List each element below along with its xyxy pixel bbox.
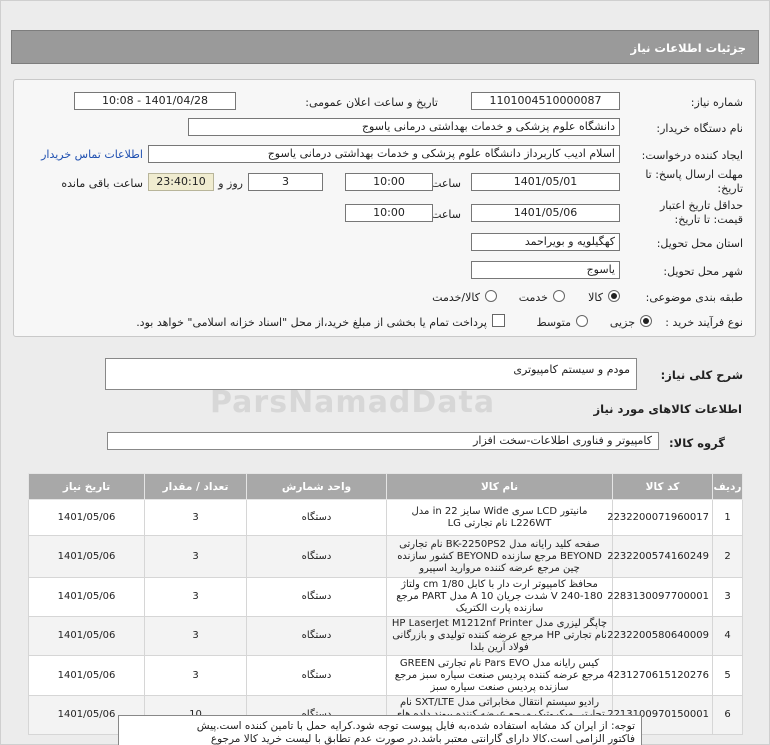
item-code: 2232200574160249 bbox=[607, 535, 713, 578]
treasury-payment-checkbox[interactable] bbox=[492, 314, 505, 327]
reply-date-field: 1401/05/01 bbox=[471, 173, 620, 191]
table-row: 5 4231270615120276 کیس رایانه مدل Pars E… bbox=[28, 655, 743, 696]
header-item-code: کد کالا bbox=[612, 473, 713, 500]
note-line-1: توجه: از ایران کد مشابه استفاده شده،به ف… bbox=[196, 720, 635, 732]
category-goods-label: کالا bbox=[588, 291, 603, 304]
item-need-date: 1401/05/06 bbox=[28, 577, 145, 617]
note-box: توجه: از ایران کد مشابه استفاده شده،به ف… bbox=[118, 715, 642, 745]
days-label: روز و bbox=[218, 177, 243, 190]
item-need-date: 1401/05/06 bbox=[28, 535, 145, 578]
buyer-label: نام دستگاه خریدار: bbox=[656, 122, 743, 135]
table-row: 2 2232200574160249 صفحه کلید رایانه مدل … bbox=[28, 535, 743, 578]
item-quantity: 3 bbox=[144, 577, 247, 617]
row-number: 6 bbox=[712, 695, 743, 735]
process-medium-radio[interactable] bbox=[576, 315, 588, 327]
validity-date-field: 1401/05/06 bbox=[471, 204, 620, 222]
need-number-label: شماره نیاز: bbox=[690, 96, 743, 109]
city-field: یاسوج bbox=[471, 261, 620, 279]
item-name: محافظ کامپیوتر ارت دار با کابل cm 1/80 و… bbox=[386, 577, 613, 617]
item-unit: دستگاه bbox=[246, 577, 387, 617]
category-label: طبقه بندی موضوعی: bbox=[645, 291, 743, 304]
treasury-payment-label: پرداخت تمام یا بخشی از مبلغ خرید،از محل … bbox=[136, 316, 487, 329]
remaining-label: ساعت باقی مانده bbox=[61, 177, 143, 190]
table-row: 1 2232200071960017 مانیتور LCD سری Wide … bbox=[28, 499, 743, 536]
group-field: کامپیوتر و فناوری اطلاعات-سخت افزار bbox=[107, 432, 659, 450]
item-quantity: 3 bbox=[144, 535, 247, 578]
watermark: ParsNamadData bbox=[210, 385, 496, 420]
page-header: جزئیات اطلاعات نیاز bbox=[11, 30, 759, 64]
item-unit: دستگاه bbox=[246, 499, 387, 536]
row-number: 5 bbox=[712, 655, 743, 696]
remaining-time-field: 23:40:10 bbox=[148, 173, 214, 191]
process-minor-radio[interactable] bbox=[640, 315, 652, 327]
city-label: شهر محل تحویل: bbox=[663, 265, 743, 278]
page-title: جزئیات اطلاعات نیاز bbox=[630, 41, 746, 55]
item-unit: دستگاه bbox=[246, 535, 387, 578]
item-quantity: 3 bbox=[144, 499, 247, 536]
item-quantity: 3 bbox=[144, 655, 247, 696]
item-code: 2283130097700001 bbox=[607, 577, 713, 617]
process-medium-label: متوسط bbox=[536, 316, 571, 329]
header-item-name: نام کالا bbox=[386, 473, 613, 500]
table-row: 4 2232200580640009 چاپگر لیزری مدل HP La… bbox=[28, 616, 743, 656]
category-goods-service-radio[interactable] bbox=[485, 290, 497, 302]
row-number: 3 bbox=[712, 577, 743, 617]
need-number-field: 1101004510000087 bbox=[471, 92, 620, 110]
item-need-date: 1401/05/06 bbox=[28, 655, 145, 696]
reply-time-field: 10:00 bbox=[345, 173, 433, 191]
process-label: نوع فرآیند خرید : bbox=[665, 316, 743, 329]
item-name: کیس رایانه مدل Pars EVO نام تجارتی GREEN… bbox=[386, 655, 613, 696]
row-number: 1 bbox=[712, 499, 743, 536]
validity-time-label: ساعت bbox=[431, 208, 461, 221]
item-quantity: 3 bbox=[144, 616, 247, 656]
creator-label: ایجاد کننده درخواست: bbox=[641, 149, 743, 162]
row-number: 2 bbox=[712, 535, 743, 578]
item-need-date: 1401/05/06 bbox=[28, 616, 145, 656]
item-code: 2232200071960017 bbox=[607, 499, 713, 536]
row-number: 4 bbox=[712, 616, 743, 656]
group-label: گروه کالا: bbox=[669, 436, 725, 450]
province-field: کهگیلویه و بویراحمد bbox=[471, 233, 620, 251]
need-details-panel: شماره نیاز: 1101004510000087 تاریخ و ساع… bbox=[13, 79, 756, 337]
items-table: ردیف کد کالا نام کالا واحد شمارش تعداد /… bbox=[28, 473, 743, 735]
category-service-label: خدمت bbox=[518, 291, 548, 304]
item-unit: دستگاه bbox=[246, 616, 387, 656]
header-row-number: ردیف bbox=[712, 473, 743, 500]
item-need-date: 1401/05/06 bbox=[28, 499, 145, 536]
item-unit: دستگاه bbox=[246, 655, 387, 696]
announce-field: 1401/04/28 - 10:08 bbox=[74, 92, 236, 110]
table-header-row: ردیف کد کالا نام کالا واحد شمارش تعداد /… bbox=[28, 473, 743, 500]
process-minor-label: جزیی bbox=[609, 316, 635, 329]
item-name: صفحه کلید رایانه مدل BK-2250PS2 نام تجار… bbox=[386, 535, 613, 578]
validity-label-2: قیمت: تا تاریخ: bbox=[674, 213, 743, 226]
reply-time-label: ساعت bbox=[431, 177, 461, 190]
buyer-contact-link[interactable]: اطلاعات تماس خریدار bbox=[41, 148, 143, 161]
item-name: مانیتور LCD سری Wide سایز 22 in مدل L226… bbox=[386, 499, 613, 536]
validity-label: حداقل تاریخ اعتبار bbox=[659, 199, 743, 212]
header-quantity: تعداد / مقدار bbox=[144, 473, 247, 500]
item-code: 2232200580640009 bbox=[607, 616, 713, 656]
header-unit: واحد شمارش bbox=[246, 473, 387, 500]
category-service-radio[interactable] bbox=[553, 290, 565, 302]
reply-deadline-label-2: تاریخ: bbox=[717, 182, 743, 195]
item-name: چاپگر لیزری مدل HP LaserJet M1212nf Prin… bbox=[386, 616, 613, 656]
item-code: 4231270615120276 bbox=[607, 655, 713, 696]
goods-section-title: اطلاعات کالاهای مورد نیاز bbox=[593, 402, 742, 416]
province-label: استان محل تحویل: bbox=[656, 237, 743, 250]
table-row: 3 2283130097700001 محافظ کامپیوتر ارت دا… bbox=[28, 577, 743, 617]
validity-time-field: 10:00 bbox=[345, 204, 433, 222]
reply-deadline-label: مهلت ارسال پاسخ: تا bbox=[645, 168, 743, 181]
category-goods-radio[interactable] bbox=[608, 290, 620, 302]
creator-field: اسلام ادیب کاربرداز دانشگاه علوم پزشکی و… bbox=[148, 145, 620, 163]
buyer-field: دانشگاه علوم پزشکی و خدمات بهداشتی درمان… bbox=[188, 118, 620, 136]
days-field: 3 bbox=[248, 173, 323, 191]
header-need-date: تاریخ نیاز bbox=[28, 473, 145, 500]
category-goods-service-label: کالا/خدمت bbox=[432, 291, 480, 304]
note-line-2: فاکتور الزامی است.کالا دارای گارانتی معت… bbox=[210, 733, 635, 745]
announce-label: تاریخ و ساعت اعلان عمومی: bbox=[305, 96, 438, 109]
summary-label: شرح کلی نیاز: bbox=[660, 368, 743, 382]
